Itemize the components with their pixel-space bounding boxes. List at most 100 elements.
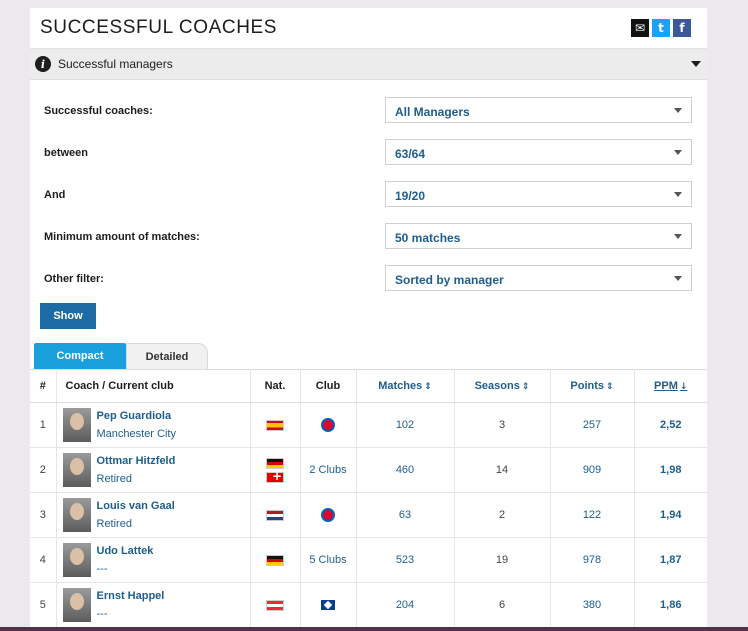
nat-cell (250, 492, 301, 538)
netherlands-flag-icon (266, 509, 284, 521)
current-club-link[interactable]: Retired (97, 473, 132, 485)
coach-name-link[interactable]: Ernst Happel (97, 590, 165, 602)
col-seasons[interactable]: Seasons ⇕ (454, 369, 551, 403)
matches-cell[interactable]: 460 (356, 447, 455, 493)
filter-label: And (44, 189, 66, 201)
coach-name-link[interactable]: Ottmar Hitzfeld (97, 455, 176, 467)
col-ppm[interactable]: PPM ↓ (634, 369, 707, 403)
coach-name-link[interactable]: Pep Guardiola (97, 410, 172, 422)
seasons-cell: 3 (454, 402, 551, 448)
filter-label: Successful coaches: (44, 105, 153, 117)
coach-cell: Louis van Gaal Retired (56, 492, 251, 538)
twitter-icon[interactable]: t (652, 19, 670, 37)
col-ppm-label: PPM (654, 380, 678, 392)
points-cell[interactable]: 122 (550, 492, 635, 538)
col-seasons-label: Seasons (474, 380, 520, 392)
other-filter-select[interactable]: Sorted by manager (385, 265, 692, 291)
filter-label: between (44, 147, 89, 159)
tab-detailed[interactable]: Detailed (126, 343, 208, 370)
rank-cell: 4 (30, 537, 57, 583)
sort-icon: ⇕ (521, 382, 530, 392)
page-title: SUCCESSFUL COACHES (40, 17, 278, 38)
bayern-badge-icon[interactable] (321, 418, 335, 432)
table-header: # Coach / Current club Nat. Club Matches… (30, 369, 707, 403)
seasons-cell: 19 (454, 537, 551, 583)
avatar[interactable] (62, 588, 91, 622)
hsv-badge-icon[interactable] (321, 600, 335, 611)
ppm-cell: 1,94 (634, 492, 707, 538)
avatar[interactable] (62, 498, 91, 532)
matches-cell[interactable]: 204 (356, 582, 455, 627)
table-row: 4 Udo Lattek --- 5 Clubs 523 19 978 1,87 (30, 537, 707, 583)
tab-compact[interactable]: Compact (34, 343, 126, 369)
points-cell[interactable]: 380 (550, 582, 635, 627)
points-cell[interactable]: 978 (550, 537, 635, 583)
avatar[interactable] (62, 408, 91, 442)
filter-row-and: And 19/20 (30, 181, 707, 211)
avatar[interactable] (62, 543, 91, 577)
col-coach: Coach / Current club (56, 369, 251, 403)
ppm-cell: 1,86 (634, 582, 707, 627)
filter-row-coaches: Successful coaches: All Managers (30, 97, 707, 127)
coach-name-link[interactable]: Udo Lattek (97, 545, 154, 557)
show-button[interactable]: Show (40, 303, 96, 329)
coach-name-link[interactable]: Louis van Gaal (97, 500, 175, 512)
club-cell (300, 582, 357, 627)
coach-cell: Pep Guardiola Manchester City (56, 402, 251, 448)
col-matches[interactable]: Matches ⇕ (356, 369, 455, 403)
matches-cell[interactable]: 523 (356, 537, 455, 583)
austria-flag-icon (266, 599, 284, 611)
nat-cell (250, 537, 301, 583)
bayern-badge-icon[interactable] (321, 508, 335, 522)
club-cell (300, 492, 357, 538)
share-icons: ✉ t f (631, 19, 691, 37)
col-points[interactable]: Points ⇕ (550, 369, 635, 403)
current-club-link[interactable]: Retired (97, 518, 132, 530)
table-row: 2 Ottmar Hitzfeld Retired 2 Clubs 460 14… (30, 447, 707, 493)
filter-row-between: between 63/64 (30, 139, 707, 169)
facebook-icon[interactable]: f (673, 19, 691, 37)
table-row: 1 Pep Guardiola Manchester City 102 3 25… (30, 402, 707, 448)
current-club-link[interactable]: --- (97, 608, 108, 620)
info-label: Successful managers (58, 57, 173, 71)
bottom-strip (0, 627, 748, 631)
season-to-select[interactable]: 19/20 (385, 181, 692, 207)
sort-icon: ⇕ (606, 382, 614, 392)
club-cell[interactable]: 2 Clubs (300, 447, 357, 493)
coach-cell: Ernst Happel --- (56, 582, 251, 627)
col-rank: # (30, 369, 57, 403)
germany-flag-icon (266, 554, 284, 566)
col-club: Club (300, 369, 357, 403)
select-value: Sorted by manager (395, 273, 504, 287)
club-cell[interactable]: 5 Clubs (300, 537, 357, 583)
info-bar[interactable]: i Successful managers (30, 49, 707, 80)
chevron-down-icon[interactable] (691, 61, 701, 67)
current-club-link[interactable]: Manchester City (97, 428, 176, 440)
rank-cell: 1 (30, 402, 57, 448)
current-club-link[interactable]: --- (97, 563, 108, 575)
matches-cell[interactable]: 102 (356, 402, 455, 448)
seasons-cell: 6 (454, 582, 551, 627)
coach-cell: Ottmar Hitzfeld Retired (56, 447, 251, 493)
card-header: SUCCESSFUL COACHES ✉ t f (30, 8, 707, 49)
filter-label: Minimum amount of matches: (44, 231, 200, 243)
sort-desc-icon: ↓ (679, 382, 688, 392)
matches-cell[interactable]: 63 (356, 492, 455, 538)
mail-icon[interactable]: ✉ (631, 19, 649, 37)
col-matches-label: Matches (378, 380, 423, 392)
season-from-select[interactable]: 63/64 (385, 139, 692, 165)
info-icon: i (35, 56, 51, 72)
chevron-down-icon (674, 192, 682, 197)
view-tabs: Compact Detailed (30, 343, 707, 370)
avatar[interactable] (62, 453, 91, 487)
coaches-select[interactable]: All Managers (385, 97, 692, 123)
select-value: 50 matches (395, 231, 461, 245)
rank-cell: 3 (30, 492, 57, 538)
points-cell[interactable]: 909 (550, 447, 635, 493)
min-matches-select[interactable]: 50 matches (385, 223, 692, 249)
filter-row-other: Other filter: Sorted by manager (30, 265, 707, 295)
points-cell[interactable]: 257 (550, 402, 635, 448)
coach-cell: Udo Lattek --- (56, 537, 251, 583)
spain-flag-icon (266, 419, 284, 431)
filter-label: Other filter: (44, 273, 104, 285)
